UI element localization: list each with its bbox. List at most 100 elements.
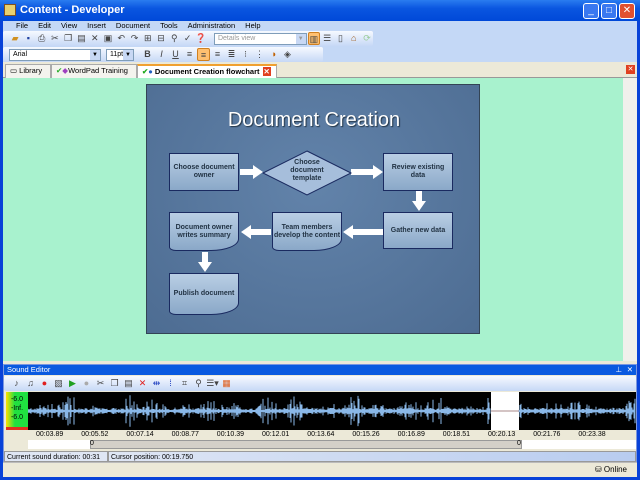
help-icon[interactable]: ❓ [195, 32, 207, 45]
fill-color-icon[interactable]: ◈ [281, 48, 294, 61]
layout-horizontal-icon[interactable]: ☰ [321, 32, 333, 45]
timeline-label: 00:12.01 [262, 431, 290, 438]
markers-icon[interactable]: ⁞ [164, 377, 177, 390]
layout-single-icon[interactable]: ▥ [307, 32, 321, 45]
fit-icon[interactable]: ⇹ [150, 377, 163, 390]
scroll-thumb[interactable] [90, 440, 522, 449]
duration-status: Current sound duration: 00:31 [4, 451, 108, 462]
menu-tools[interactable]: Tools [155, 21, 183, 31]
tab-document-creation-flowchart[interactable]: ✔● Document Creation flowchart ✕ [137, 64, 277, 78]
menu-help[interactable]: Help [240, 21, 265, 31]
align-right-icon[interactable]: ≡ [211, 48, 224, 61]
timeline-label: 00:10.39 [216, 431, 245, 438]
node-review-data: Review existing data [383, 153, 453, 191]
view-combo-value: Details view [217, 34, 256, 42]
play-icon[interactable]: ▶ [66, 377, 79, 390]
menu-edit[interactable]: Edit [33, 21, 56, 31]
publish-icon[interactable]: ⌂ [348, 32, 360, 45]
font-combo[interactable]: Arial ▼ [9, 48, 101, 61]
timeline-label: 00:20.13 [488, 431, 516, 438]
bullets-icon[interactable]: ⁝ [239, 48, 252, 61]
bold-button[interactable]: B [141, 48, 154, 61]
copy-icon[interactable]: ❐ [62, 32, 74, 45]
paste-icon[interactable]: ▤ [75, 32, 87, 45]
app-icon [4, 4, 16, 16]
size-combo[interactable]: 11pt ▼ [106, 48, 134, 61]
refresh-icon[interactable]: ⟳ [361, 32, 373, 45]
menu-document[interactable]: Document [111, 21, 155, 31]
properties-icon[interactable]: ▣ [102, 32, 114, 45]
delete-icon[interactable]: ✕ [136, 377, 149, 390]
horizontal-scrollbar[interactable]: 0 0 [28, 440, 636, 449]
vertical-scrollbar[interactable] [623, 78, 637, 361]
status-bar: ⛁ Online [3, 462, 637, 477]
cut-icon[interactable]: ✂ [94, 377, 107, 390]
window-title: Content - Developer [20, 4, 125, 16]
timeline-label: 00:15.26 [352, 431, 380, 438]
slide: Document Creation Choose document owner … [146, 84, 480, 334]
close-button[interactable]: ✕ [619, 3, 635, 19]
save-icon[interactable]: ▪ [22, 32, 34, 45]
layout-vertical-icon[interactable]: ▯ [334, 32, 346, 45]
delete-icon[interactable]: ✕ [89, 32, 101, 45]
menu-insert[interactable]: Insert [82, 21, 111, 31]
redo-icon[interactable]: ↷ [128, 32, 140, 45]
record-icon[interactable]: ● [38, 377, 51, 390]
timeline-label: 00:05.52 [81, 431, 109, 438]
waveform[interactable] [28, 392, 636, 430]
menu-file[interactable]: File [11, 21, 33, 31]
tab-label: Library [19, 66, 43, 75]
pin-icon[interactable]: ⊥ [615, 365, 622, 375]
mixer-icon[interactable]: ▧ [52, 377, 65, 390]
arrow-down-icon [412, 191, 426, 211]
settings-icon[interactable]: ☰▾ [206, 377, 219, 390]
menu-view[interactable]: View [56, 21, 82, 31]
timeline-label: 00:18.51 [442, 431, 471, 438]
expand-icon[interactable]: ⊞ [142, 32, 154, 45]
chevron-down-icon: ▼ [295, 33, 306, 44]
text-color-icon[interactable]: ◑ [267, 48, 280, 61]
tab-wordpad-training[interactable]: ✔◆WordPad Training [51, 64, 137, 78]
spectrum-icon[interactable]: ▦ [220, 377, 233, 390]
add-sound-icon[interactable]: ♪ [10, 377, 23, 390]
paste-icon[interactable]: ▤ [122, 377, 135, 390]
cut-icon[interactable]: ✂ [49, 32, 61, 45]
maximize-button[interactable]: □ [601, 3, 617, 19]
menu-administration[interactable]: Administration [183, 21, 241, 31]
crop-icon[interactable]: ⌗ [178, 377, 191, 390]
print-icon[interactable]: ⎙ [36, 32, 48, 45]
font-value: Arial [13, 50, 28, 58]
menu-bar: File Edit View Insert Document Tools Adm… [3, 21, 637, 31]
library-icon: ▭ [10, 66, 20, 75]
close-document-icon[interactable]: ✕ [626, 65, 635, 74]
justify-icon[interactable]: ≣ [225, 48, 238, 61]
underline-button[interactable]: U [169, 48, 182, 61]
timeline-label: 00:23.38 [578, 431, 606, 438]
close-panel-icon[interactable]: ✕ [627, 365, 633, 375]
size-value: 11pt [110, 50, 124, 58]
node-team-develop: Team members develop the content [272, 212, 342, 251]
undo-icon[interactable]: ↶ [115, 32, 127, 45]
copy-icon[interactable]: ❐ [108, 377, 121, 390]
find-icon[interactable]: ⚲ [168, 32, 180, 45]
spellcheck-icon[interactable]: ✓ [181, 32, 193, 45]
insert-sound-icon[interactable]: ♫ [24, 377, 37, 390]
timeline-label: 00:16.89 [397, 431, 425, 438]
view-combo[interactable]: Details view ▼ [213, 32, 307, 45]
align-left-icon[interactable]: ≡ [183, 48, 196, 61]
minimize-button[interactable]: _ [583, 3, 599, 19]
node-owner-summary: Document owner writes summary [169, 212, 239, 251]
zoom-icon[interactable]: ⚲ [192, 377, 205, 390]
stop-icon[interactable]: ● [80, 377, 93, 390]
open-icon[interactable]: ▰ [9, 32, 21, 45]
close-tab-icon[interactable]: ✕ [262, 67, 271, 76]
tab-label: WordPad Training [68, 66, 128, 75]
collapse-icon[interactable]: ⊟ [155, 32, 167, 45]
tab-library[interactable]: ▭ Library [5, 64, 51, 78]
node-choose-owner: Choose document owner [169, 153, 239, 191]
align-center-icon[interactable]: ≡ [197, 48, 210, 61]
italic-button[interactable]: I [155, 48, 168, 61]
node-choose-template: Choose document template [290, 159, 324, 182]
numbering-icon[interactable]: ⋮ [253, 48, 266, 61]
document-tabs: ▭ Library ✔◆WordPad Training ✔● Document… [3, 62, 637, 78]
